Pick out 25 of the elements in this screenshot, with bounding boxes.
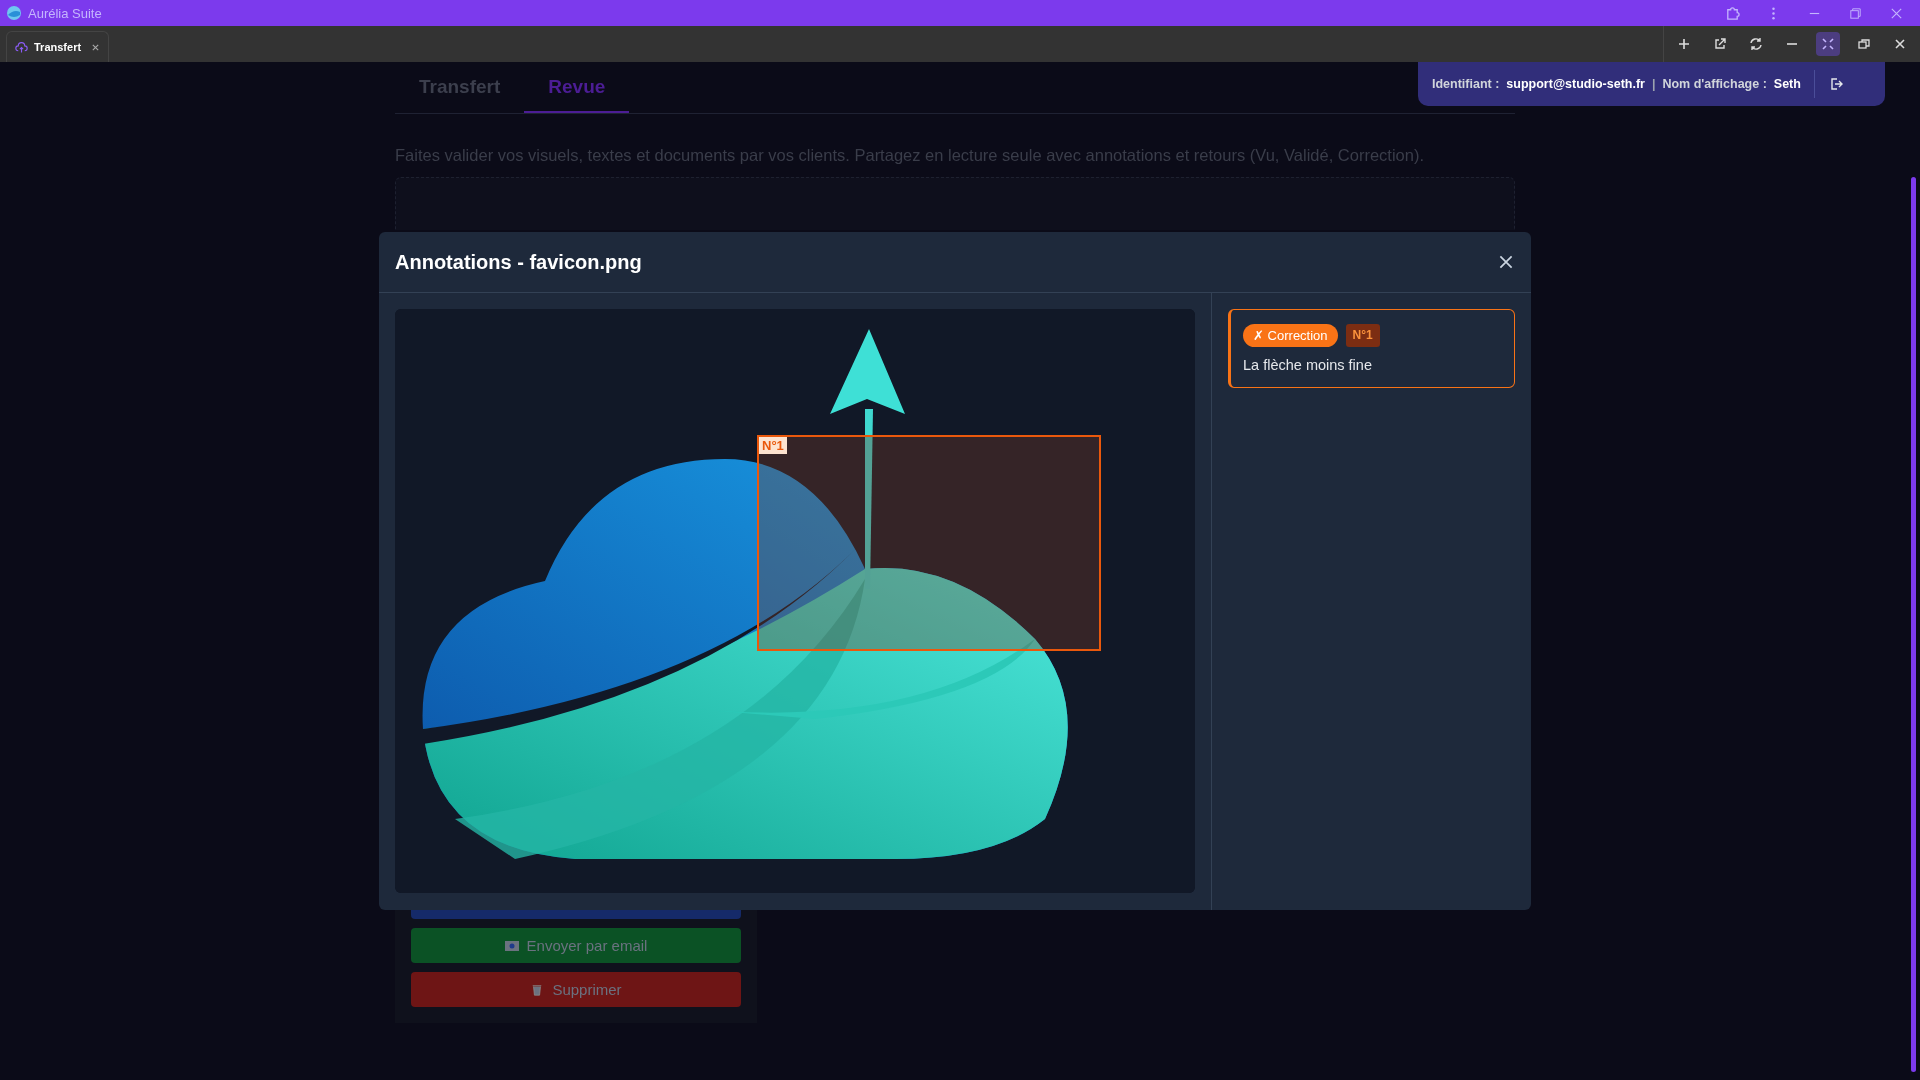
fullscreen-icon[interactable] — [1816, 32, 1840, 56]
browser-tab[interactable]: Transfert — [6, 31, 110, 62]
dialog-title: Annotations - favicon.png — [395, 250, 642, 274]
annotation-text: La flèche moins fine — [1243, 357, 1373, 373]
status-badge: ✗ Correction — [1243, 324, 1338, 347]
extension-icon[interactable] — [1725, 5, 1740, 21]
close-icon[interactable] — [1497, 253, 1515, 271]
number-badge: N°1 — [1345, 324, 1380, 347]
browser-tab-label: Transfert — [34, 41, 82, 53]
envelope-icon — [504, 939, 519, 952]
app-title: Aurélia Suite — [28, 5, 102, 21]
email-button[interactable]: Envoyer par email — [411, 928, 741, 963]
display-name-value: Seth — [1773, 77, 1801, 91]
identifier-value: support@studio-seth.fr — [1506, 77, 1645, 91]
marker-label: N°1 — [759, 437, 787, 454]
annotation-region[interactable]: N°1 — [757, 435, 1101, 651]
close-icon[interactable] — [91, 42, 101, 52]
delete-button[interactable]: Supprimer — [411, 972, 741, 1007]
display-name-label: Nom d'affichage : — [1662, 77, 1767, 91]
identifier-label: Identifiant : — [1432, 77, 1500, 91]
tab[interactable]: Revue — [524, 62, 630, 113]
upload-cloud-icon — [15, 40, 28, 54]
app-logo-icon — [6, 5, 22, 21]
separator: | — [1651, 77, 1656, 91]
annotation-card[interactable]: ✗ Correction N°1 La flèche moins fine — [1228, 309, 1515, 388]
